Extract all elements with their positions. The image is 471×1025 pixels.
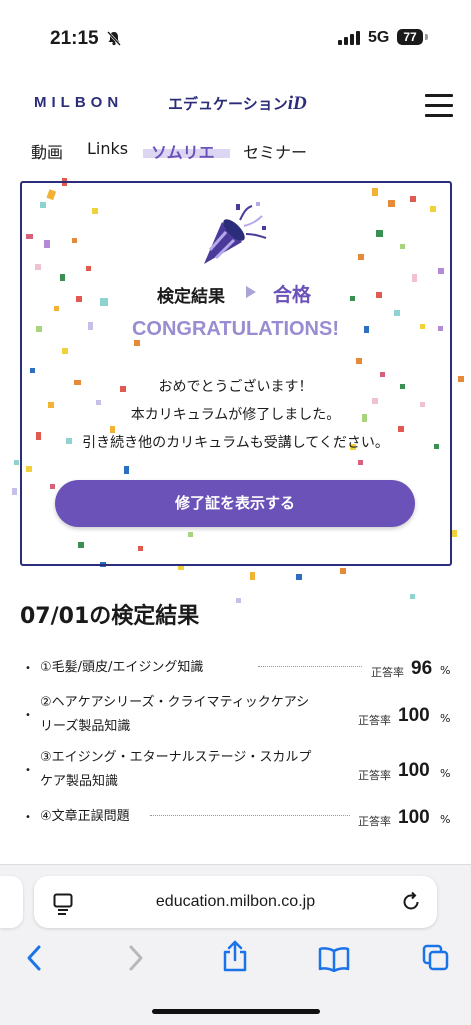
tab-seminar[interactable]: セミナー — [243, 139, 307, 163]
share-icon[interactable] — [222, 940, 248, 972]
result-row-name-line-1: ③エイジング・エターナルステージ・スカルプ — [40, 750, 312, 765]
home-indicator[interactable] — [152, 1009, 320, 1014]
dotted-leader — [258, 666, 362, 667]
congratulations-heading: CONGRATULATIONS! — [131, 318, 339, 340]
rate-value: 100 — [398, 807, 430, 828]
clock: 21:15 — [50, 28, 99, 49]
rate-value: 96 — [411, 658, 433, 679]
party-popper-icon — [204, 202, 267, 264]
reload-icon[interactable] — [400, 891, 422, 913]
rate-label: 正答率 — [358, 815, 391, 828]
status-bar: 21:15 5G 77 — [0, 0, 471, 70]
dotted-leader — [150, 815, 350, 816]
rate-unit: % — [440, 712, 451, 725]
bullet: • — [25, 663, 31, 674]
message-line-3: 引き続き他のカリキュラムも受講してください。 — [82, 435, 389, 451]
results-title: 07/01の検定結果 — [20, 604, 200, 629]
hamburger-menu-icon[interactable] — [425, 94, 453, 118]
bookmarks-icon[interactable] — [318, 946, 350, 972]
rate-unit: % — [440, 664, 451, 677]
result-row-name-line-2: リーズ製品知識 — [40, 719, 131, 734]
rate-unit: % — [440, 813, 451, 826]
rate-unit: % — [440, 767, 451, 780]
result-status: 合格 — [273, 284, 312, 306]
result-row-name-line-1: ②ヘアケアシリーズ・クライマティックケアシ — [40, 695, 310, 710]
result-row-name-line-2: ケア製品知識 — [40, 774, 119, 789]
battery-icon: 77 — [397, 29, 423, 45]
rate-label: 正答率 — [358, 714, 391, 727]
network-type: 5G — [368, 29, 390, 46]
forward-icon[interactable] — [124, 944, 146, 972]
logo-subtitle: エデュケーションiD — [168, 93, 307, 114]
tab-links[interactable]: Links — [87, 139, 128, 158]
bullet: • — [25, 812, 31, 823]
rate-label: 正答率 — [358, 769, 391, 782]
battery-tip — [425, 34, 428, 40]
result-label: 検定結果 — [157, 287, 225, 307]
logo-id-mark: iD — [287, 93, 307, 114]
tab-videos[interactable]: 動画 — [31, 139, 63, 163]
message-line-2: 本カリキュラムが修了しました。 — [130, 407, 341, 423]
show-certificate-button[interactable]: 修了証を表示する — [55, 480, 415, 527]
message-line-1: おめでとうございます！ — [158, 379, 313, 395]
tab-sommelier[interactable]: ソムリエ — [151, 139, 215, 163]
rate-value: 100 — [398, 760, 430, 781]
bell-slash-icon — [107, 31, 121, 46]
result-row-name: ①毛髪/頭皮/エイジング知識 — [40, 660, 204, 675]
back-icon[interactable] — [24, 944, 46, 972]
bullet: • — [25, 765, 31, 776]
signal-icon — [338, 31, 360, 45]
result-arrow-icon — [246, 286, 256, 298]
tabs-icon[interactable] — [422, 944, 450, 972]
bullet: • — [25, 710, 31, 721]
result-row-name: ④文章正誤問題 — [40, 809, 130, 824]
rate-value: 100 — [398, 705, 430, 726]
rate-label: 正答率 — [371, 666, 404, 679]
milbon-logo[interactable]: MILBON — [34, 94, 123, 111]
